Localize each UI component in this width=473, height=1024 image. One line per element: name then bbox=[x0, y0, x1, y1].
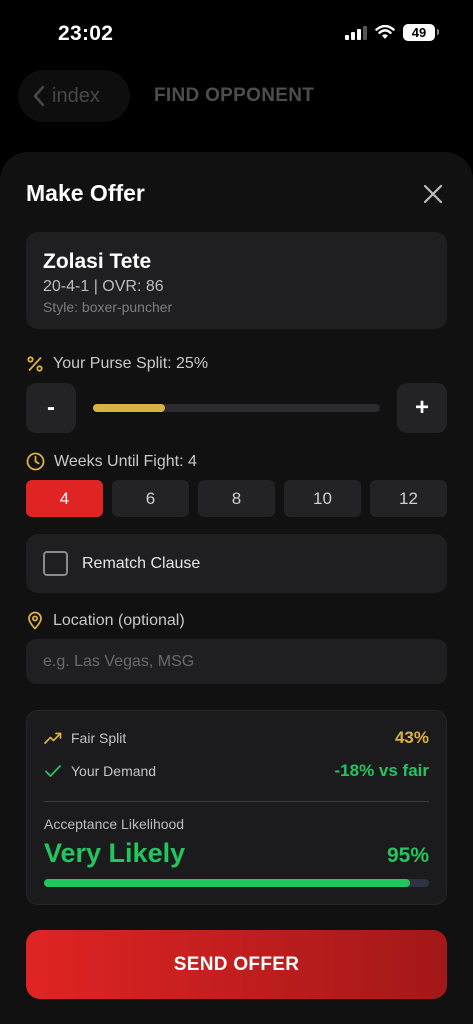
offer-summary-card: Fair Split 43% Your Demand -18% vs fair … bbox=[26, 710, 447, 905]
week-option-8[interactable]: 8 bbox=[198, 480, 275, 517]
opponent-style: Style: boxer-puncher bbox=[43, 299, 173, 315]
close-button[interactable] bbox=[419, 180, 447, 208]
weeks-options: 4 6 8 10 12 bbox=[26, 480, 447, 517]
week-option-12[interactable]: 12 bbox=[370, 480, 447, 517]
back-label: index bbox=[52, 84, 100, 107]
opponent-record: 20-4-1 | OVR: 86 bbox=[43, 278, 164, 295]
purse-decrease-button[interactable]: - bbox=[26, 383, 76, 433]
clock-icon bbox=[26, 452, 45, 471]
fair-split-value: 43% bbox=[394, 728, 429, 747]
chevron-left-icon bbox=[33, 85, 45, 107]
summary-divider bbox=[44, 801, 429, 802]
signal-icon bbox=[345, 25, 367, 40]
opponent-card: Zolasi Tete 20-4-1 | OVR: 86 Style: boxe… bbox=[26, 232, 447, 329]
fair-split-row: Fair Split 43% bbox=[44, 728, 429, 748]
back-button[interactable]: index bbox=[18, 70, 130, 122]
background-nav: index FIND OPPONENT bbox=[18, 70, 314, 122]
map-pin-icon bbox=[28, 611, 42, 630]
percent-icon bbox=[27, 356, 43, 372]
purse-split-label: Your Purse Split: 25% bbox=[53, 355, 209, 372]
fair-split-label: Fair Split bbox=[71, 730, 127, 746]
purse-increase-button[interactable]: + bbox=[397, 383, 447, 433]
close-icon bbox=[423, 184, 443, 204]
rematch-label: Rematch Clause bbox=[82, 554, 201, 572]
status-time: 23:02 bbox=[58, 22, 114, 45]
sheet-title: Make Offer bbox=[26, 180, 145, 206]
week-option-4[interactable]: 4 bbox=[26, 480, 103, 517]
rematch-clause-toggle[interactable]: Rematch Clause bbox=[26, 534, 447, 593]
opponent-name: Zolasi Tete bbox=[43, 250, 152, 273]
trending-up-icon bbox=[44, 732, 62, 744]
acceptance-percent: 95% bbox=[386, 844, 429, 867]
status-icons: 49 bbox=[345, 24, 439, 41]
nav-title: FIND OPPONENT bbox=[154, 85, 315, 106]
acceptance-text: Very Likely bbox=[44, 838, 186, 868]
your-demand-label: Your Demand bbox=[71, 763, 157, 779]
purse-split-slider[interactable] bbox=[93, 404, 380, 412]
send-offer-button[interactable]: SEND OFFER bbox=[26, 930, 447, 999]
acceptance-progress-fill bbox=[44, 879, 410, 887]
battery-icon: 49 bbox=[403, 24, 439, 41]
location-input[interactable] bbox=[26, 639, 447, 684]
status-bar: 23:02 49 bbox=[0, 0, 473, 60]
weeks-label-row: Weeks Until Fight: 4 bbox=[26, 452, 197, 471]
acceptance-label: Acceptance Likelihood bbox=[44, 816, 185, 832]
check-icon bbox=[45, 765, 61, 777]
rematch-checkbox[interactable] bbox=[43, 551, 68, 576]
week-option-10[interactable]: 10 bbox=[284, 480, 361, 517]
your-demand-row: Your Demand -18% vs fair bbox=[44, 761, 429, 781]
your-demand-value: -18% vs fair bbox=[334, 761, 430, 780]
location-label: Location (optional) bbox=[53, 611, 185, 629]
week-option-6[interactable]: 6 bbox=[112, 480, 189, 517]
purse-split-label-row: Your Purse Split: 25% bbox=[26, 355, 208, 373]
location-label-row: Location (optional) bbox=[26, 611, 185, 630]
purse-split-slider-fill bbox=[93, 404, 165, 412]
wifi-icon bbox=[375, 25, 395, 39]
acceptance-progress bbox=[44, 879, 429, 887]
weeks-label: Weeks Until Fight: 4 bbox=[54, 452, 197, 470]
make-offer-sheet: Make Offer Zolasi Tete 20-4-1 | OVR: 86 … bbox=[0, 152, 473, 1024]
